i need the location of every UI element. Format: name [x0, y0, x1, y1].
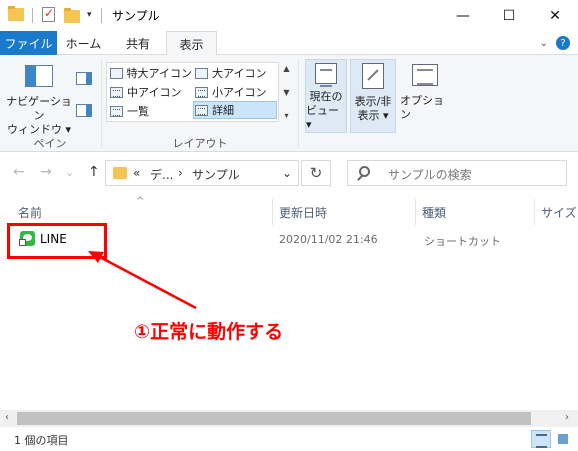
column-name[interactable]: 名前 [12, 199, 272, 225]
title-bar: ▾ サンプル — ☐ ✕ [0, 0, 578, 31]
layout-gallery-scroll[interactable]: ▲ ▼ ▾ [280, 62, 293, 122]
divider [32, 8, 33, 23]
back-icon[interactable]: ← [13, 164, 25, 180]
recent-locations-icon[interactable]: ⌄ [65, 166, 74, 179]
close-button[interactable]: ✕ [532, 0, 578, 31]
maximize-icon: ☐ [502, 7, 516, 24]
tab-view[interactable]: 表示 [166, 31, 217, 56]
details-pane-icon[interactable] [76, 104, 92, 117]
breadcrumb-current[interactable]: サンプル [192, 166, 240, 183]
help-icon[interactable]: ? [556, 36, 570, 50]
tab-file[interactable]: ファイル [0, 31, 57, 55]
folder-icon [8, 6, 24, 21]
layout-item-label: 特大アイコン [126, 67, 192, 80]
options-icon [412, 64, 438, 86]
current-view-label-2: ビュー ▾ [306, 104, 339, 131]
annotation-highlight-box [7, 223, 107, 259]
ribbon: ナビゲーション ウィンドウ ▾ ペイン 特大アイコン 大アイコン 中アイコン 小… [0, 55, 578, 152]
extra-large-icons-icon [110, 67, 123, 79]
new-folder-icon[interactable] [64, 8, 80, 23]
layout-item-label: 詳細 [212, 104, 234, 117]
refresh-icon: ↻ [309, 164, 323, 182]
scroll-down-icon[interactable]: ▼ [283, 88, 289, 97]
scroll-left-icon[interactable]: ‹ [5, 412, 9, 423]
layout-small-icons[interactable]: 小アイコン [195, 83, 277, 101]
layout-item-label: 中アイコン [127, 86, 182, 99]
search-input[interactable]: サンプルの検索 [347, 160, 567, 186]
layout-medium-icons[interactable]: 中アイコン [110, 83, 192, 101]
current-view-icon [315, 63, 337, 87]
maximize-button[interactable]: ☐ [486, 0, 532, 31]
layout-extra-large-icons[interactable]: 特大アイコン [110, 64, 192, 82]
ribbon-tabs: ファイル ホーム 共有 表示 ⌄ ? [0, 31, 578, 56]
search-placeholder: サンプルの検索 [388, 168, 472, 182]
layout-group-label: レイアウト [172, 137, 228, 150]
navigation-pane-button[interactable]: ナビゲーション ウィンドウ ▾ [6, 65, 72, 137]
large-icons-icon [195, 67, 208, 79]
column-headers: ^ 名前 更新日時 種類 サイズ [0, 196, 578, 225]
file-modified: 2020/11/02 21:46 [279, 233, 378, 246]
divider [101, 8, 102, 23]
large-icons-view-icon[interactable] [553, 430, 573, 448]
layout-item-label: 一覧 [127, 105, 149, 118]
breadcrumb-overflow[interactable]: « [133, 166, 140, 180]
layout-gallery: 特大アイコン 大アイコン 中アイコン 小アイコン 一覧 詳細 [106, 62, 279, 122]
scroll-right-icon[interactable]: › [565, 412, 569, 423]
column-size[interactable]: サイズ [535, 199, 578, 225]
medium-icons-icon [110, 86, 123, 98]
details-view-icon[interactable] [531, 430, 551, 448]
window-title: サンプル [112, 9, 160, 23]
minimize-icon: — [456, 7, 470, 24]
address-bar[interactable]: « デ... › サンプル ⌄ [105, 160, 299, 186]
current-view-button[interactable]: 現在の ビュー ▾ [305, 59, 347, 133]
item-count: 1 個の項目 [14, 434, 69, 447]
column-modified[interactable]: 更新日時 [273, 199, 415, 225]
show-hide-button[interactable]: 表示/非 表示 ▾ [350, 59, 396, 133]
navigation-pane-icon [25, 65, 53, 87]
scroll-up-icon[interactable]: ▲ [283, 64, 289, 73]
show-hide-icon [362, 63, 384, 89]
column-type[interactable]: 種類 [416, 199, 534, 225]
status-bar: 1 個の項目 [0, 427, 578, 451]
layout-item-label: 大アイコン [212, 67, 267, 80]
up-icon[interactable]: ↑ [88, 164, 100, 180]
navigation-pane-label-1: ナビゲーション [6, 95, 72, 122]
search-icon [359, 166, 370, 177]
folder-icon [113, 167, 127, 179]
divider [298, 59, 299, 147]
minimize-button[interactable]: — [440, 0, 486, 31]
layout-details[interactable]: 詳細 [193, 101, 277, 119]
breadcrumb-separator[interactable]: › [178, 166, 183, 180]
current-view-label-1: 現在の [309, 90, 343, 103]
chevron-down-icon[interactable]: ▾ [87, 10, 92, 20]
file-type: ショートカット [424, 235, 501, 248]
layout-large-icons[interactable]: 大アイコン [195, 64, 277, 82]
list-icon [110, 105, 123, 117]
show-hide-label-1: 表示/非 [354, 95, 392, 108]
layout-item-label: 小アイコン [212, 86, 267, 99]
address-dropdown-icon[interactable]: ⌄ [282, 166, 292, 180]
scrollbar-thumb[interactable] [17, 412, 531, 425]
pane-group-label: ペイン [33, 137, 67, 150]
expand-ribbon-icon[interactable]: ⌄ [540, 38, 548, 49]
options-label: オプション [400, 94, 444, 121]
options-button[interactable]: オプション [400, 59, 450, 133]
horizontal-scrollbar[interactable]: ‹ › [0, 410, 578, 427]
annotation-text: ①正常に動作する [134, 321, 284, 343]
refresh-button[interactable]: ↻ [301, 160, 331, 186]
close-icon: ✕ [549, 7, 561, 24]
small-icons-icon [195, 86, 208, 98]
divider [101, 59, 102, 147]
forward-icon[interactable]: → [40, 164, 52, 180]
tab-home[interactable]: ホーム [57, 31, 110, 55]
layout-list[interactable]: 一覧 [110, 102, 192, 120]
navigation-bar: ← → ⌄ ↑ « デ... › サンプル ⌄ ↻ サンプルの検索 [0, 152, 578, 192]
properties-icon[interactable] [42, 6, 55, 22]
preview-pane-icon[interactable] [76, 72, 92, 85]
tab-share[interactable]: 共有 [110, 31, 166, 55]
gallery-expand-icon[interactable]: ▾ [284, 111, 288, 120]
show-hide-label-2: 表示 ▾ [357, 109, 389, 122]
details-icon [195, 104, 208, 116]
breadcrumb-desktop[interactable]: デ... [150, 166, 173, 183]
